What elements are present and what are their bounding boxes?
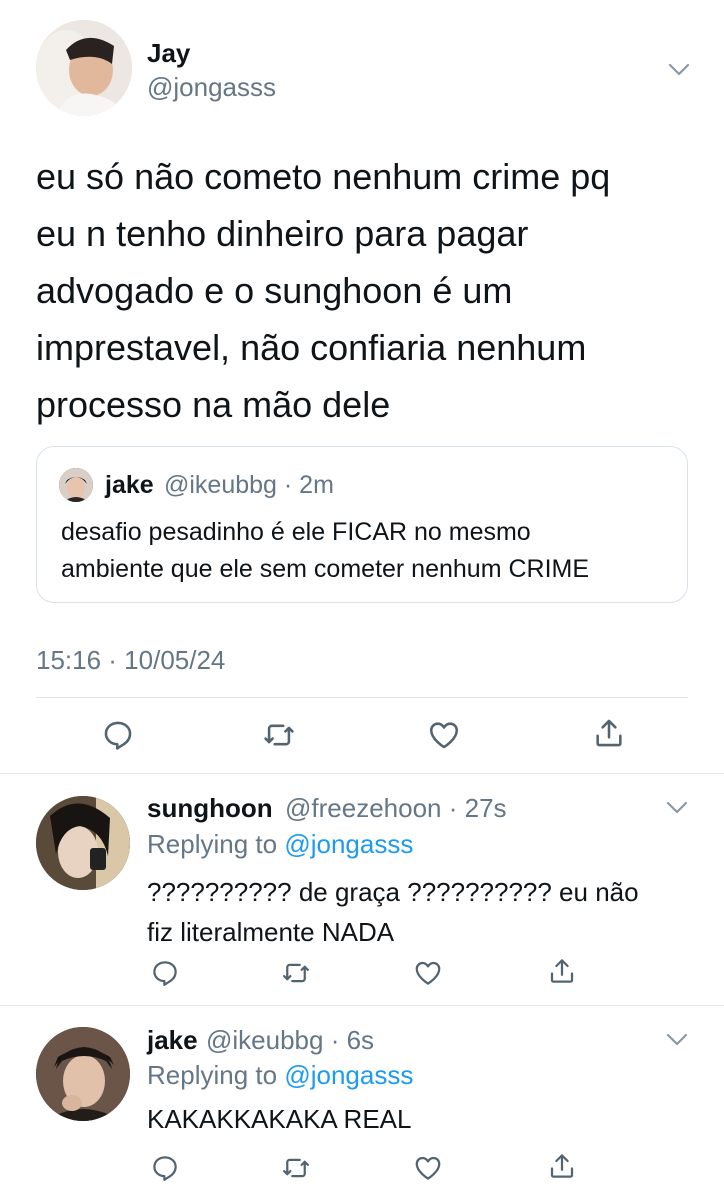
quoted-text-line: ambiente que ele sem cometer nenhum CRIM…: [61, 555, 590, 583]
share-icon[interactable]: [547, 956, 577, 986]
main-text-line: advogado e o sunghoon é um: [36, 270, 513, 311]
quoted-meta: @ikeubbg · 2m: [164, 470, 334, 500]
main-tweet-text: eu só não cometo nenhum crime pq eu n te…: [36, 148, 610, 433]
replying-to-label: Replying to: [147, 1060, 278, 1090]
quoted-author-name: jake: [105, 471, 154, 499]
reply-author-name[interactable]: sunghoon: [147, 793, 273, 823]
heart-icon[interactable]: [413, 958, 443, 988]
reply-icon[interactable]: [150, 958, 180, 988]
share-icon[interactable]: [547, 1151, 577, 1181]
reply-icon[interactable]: [150, 1153, 180, 1183]
replying-to-handle-link[interactable]: @jongasss: [284, 829, 413, 859]
retweet-icon[interactable]: [281, 958, 311, 988]
reply-author-handle[interactable]: @freezehoon: [285, 793, 442, 823]
replying-to-label: Replying to: [147, 829, 278, 859]
reply-text-line: ?????????? de graça ?????????? eu não: [147, 877, 639, 907]
reply-author-name[interactable]: jake: [147, 1025, 198, 1055]
avatar-jake-small: [59, 468, 93, 502]
replying-to-handle-link[interactable]: @jongasss: [284, 1060, 413, 1090]
main-text-line: eu só não cometo nenhum crime pq: [36, 156, 611, 197]
main-text-line: eu n tenho dinheiro para pagar: [36, 213, 529, 254]
reply-time: · 6s: [330, 1025, 375, 1055]
share-icon[interactable]: [592, 716, 626, 750]
reply-meta: @ikeubbg · 6s: [206, 1025, 374, 1055]
avatar-photo: [36, 20, 132, 116]
main-author-handle[interactable]: @jongasss: [147, 72, 276, 102]
tweet-timestamp[interactable]: 15:16 · 10/05/24: [36, 645, 225, 675]
avatar-sunghoon[interactable]: [36, 796, 130, 890]
replying-to-line: Replying to @jongasss: [147, 829, 413, 859]
reply-text-line: KAKAKKAKAKA REAL: [147, 1104, 412, 1134]
heart-icon[interactable]: [413, 1153, 443, 1183]
replying-to-line: Replying to @jongasss: [147, 1060, 413, 1090]
reply-icon[interactable]: [101, 718, 135, 752]
main-text-line: imprestavel, não confiaria nenhum: [36, 327, 587, 368]
avatar-jay[interactable]: [36, 20, 132, 116]
quoted-author-handle: @ikeubbg: [164, 471, 277, 499]
section-divider: [0, 1005, 724, 1006]
heart-icon[interactable]: [427, 718, 461, 752]
main-text-line: processo na mão dele: [36, 384, 391, 425]
reply-author-handle[interactable]: @ikeubbg: [206, 1025, 323, 1055]
reply-text: ?????????? de graça ?????????? eu não fi…: [147, 872, 639, 952]
reply-text: KAKAKKAKAKA REAL: [147, 1101, 411, 1137]
main-author-name[interactable]: Jay: [147, 38, 190, 68]
quoted-text-line: desafio pesadinho é ele FICAR no mesmo: [61, 518, 531, 546]
retweet-icon[interactable]: [281, 1153, 311, 1183]
retweet-icon[interactable]: [262, 718, 296, 752]
chevron-down-icon[interactable]: [664, 794, 690, 820]
quoted-text: desafio pesadinho é ele FICAR no mesmo a…: [61, 514, 589, 588]
section-divider: [0, 773, 724, 774]
quoted-tweet-card[interactable]: jake @ikeubbg · 2m desafio pesadinho é e…: [36, 446, 688, 603]
chevron-down-icon[interactable]: [666, 56, 692, 82]
reply-text-line: fiz literalmente NADA: [147, 917, 395, 947]
reply-meta: @freezehoon · 27s: [285, 793, 507, 823]
reply-time: · 27s: [448, 793, 507, 823]
chevron-down-icon[interactable]: [664, 1026, 690, 1052]
avatar-jake[interactable]: [36, 1027, 130, 1121]
quoted-time: · 2m: [283, 471, 334, 499]
divider: [36, 697, 688, 698]
